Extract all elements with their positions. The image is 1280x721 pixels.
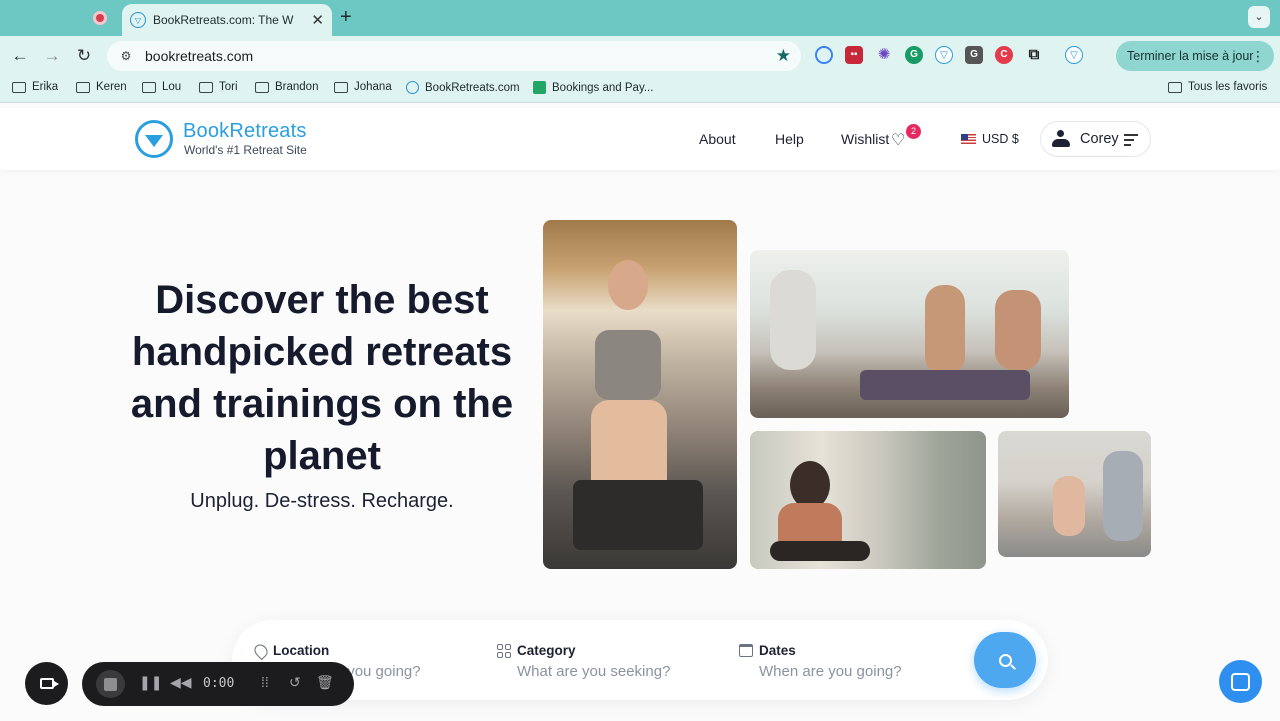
more-menu-icon[interactable]: ⋮ <box>1251 48 1265 65</box>
dates-input[interactable]: When are you going? <box>759 663 902 680</box>
address-bar[interactable]: ⚙ bookretreats.com ★ <box>107 41 801 71</box>
folder-icon <box>199 81 213 93</box>
extension-bookretreats-icon[interactable]: ▽ <box>935 46 953 64</box>
calendar-icon <box>739 644 753 657</box>
site-header: BookRetreats World's #1 Retreat Site Abo… <box>0 108 1280 170</box>
close-tab-icon[interactable]: ✕ <box>311 11 324 29</box>
recorder-controls: ❚❚ ◀◀ 0:00 ⁞⁞ ↺ 🗑 <box>82 662 354 706</box>
update-button-label: Terminer la mise à jour <box>1127 49 1254 63</box>
browser-tab-bar: ▽ BookRetreats.com: The W ✕ + ⌄ <box>0 0 1280 36</box>
back-arrow-icon[interactable]: ← <box>8 44 32 68</box>
location-field-label: Location <box>251 641 329 660</box>
pause-icon[interactable]: ❚❚ <box>139 674 162 691</box>
search-icon <box>998 653 1012 667</box>
bookmark-brandon[interactable]: Brandon <box>255 81 318 93</box>
active-tab[interactable]: ▽ BookRetreats.com: The W ✕ <box>122 4 332 36</box>
dates-field-label: Dates <box>739 643 796 658</box>
search-bar: Location Where are you going? Category W… <box>232 620 1048 700</box>
restart-icon[interactable]: ↺ <box>289 674 301 691</box>
reload-icon[interactable]: ↻ <box>72 44 96 68</box>
folder-icon <box>1168 81 1182 93</box>
extension-gear-purple-icon[interactable]: ✺ <box>875 46 893 64</box>
extension-g-icon[interactable]: G <box>965 46 983 64</box>
bookretreats-logo-icon[interactable] <box>135 120 173 158</box>
category-input[interactable]: What are you seeking? <box>517 663 670 680</box>
bookmark-bookings[interactable]: Bookings and Pay... <box>533 81 653 94</box>
recording-timer: 0:00 <box>203 676 235 691</box>
folder-icon <box>76 81 90 93</box>
folder-icon <box>255 81 269 93</box>
bookmark-keren[interactable]: Keren <box>76 81 127 93</box>
extension-c-red-icon[interactable]: C <box>995 46 1013 64</box>
browser-toolbar: ← → ↻ ⚙ bookretreats.com ★ ▪▪ ✺ G ▽ G C … <box>0 36 1280 76</box>
bookretreats-logo-icon <box>406 81 419 94</box>
recording-tab-icon[interactable] <box>93 11 107 25</box>
tab-title: BookRetreats.com: The W <box>153 13 294 27</box>
bookmark-all-favorites[interactable]: Tous les favoris <box>1168 81 1267 93</box>
bookmark-bookretreats[interactable]: BookRetreats.com <box>406 81 520 94</box>
bookmark-lou[interactable]: Lou <box>142 81 181 93</box>
search-button[interactable] <box>974 632 1036 688</box>
meditation-photo <box>750 431 986 569</box>
nav-about[interactable]: About <box>699 131 736 147</box>
wishlist-count-badge: 2 <box>906 124 921 139</box>
chat-support-button[interactable] <box>1219 660 1262 703</box>
hero-title: Discover the best handpicked retreats an… <box>130 278 514 478</box>
brand-tagline: World's #1 Retreat Site <box>184 143 307 157</box>
camera-toggle-button[interactable] <box>25 662 68 705</box>
bookretreats-favicon-icon: ▽ <box>130 12 146 28</box>
currency-label: USD $ <box>982 132 1019 146</box>
trash-icon[interactable]: 🗑 <box>316 674 334 691</box>
nav-wishlist[interactable]: Wishlist <box>841 131 889 147</box>
category-grid-icon <box>497 643 511 658</box>
hamburger-menu-icon <box>1124 134 1138 149</box>
group-yoga-photo <box>998 431 1151 557</box>
hero-subtitle: Unplug. De-stress. Recharge. <box>190 490 454 512</box>
tab-search-chevron-icon[interactable]: ⌄ <box>1248 6 1270 28</box>
extension-grammarly-icon[interactable]: G <box>905 46 923 64</box>
dots-grid-icon[interactable]: ⁞⁞ <box>261 674 269 690</box>
us-flag-icon <box>961 134 976 144</box>
brand-name[interactable]: BookRetreats <box>183 120 307 143</box>
profile-icon[interactable]: ▽ <box>1065 46 1083 64</box>
extensions-puzzle-icon[interactable]: ⧉ <box>1025 46 1043 64</box>
extensions-row: ▪▪ ✺ G ▽ G C ⧉ ▽ <box>815 46 1083 64</box>
extension-c-icon[interactable] <box>815 46 833 64</box>
yoga-woman-photo <box>543 220 737 569</box>
currency-selector[interactable]: USD $ <box>961 132 1019 146</box>
bookmark-johana[interactable]: Johana <box>334 81 392 93</box>
folder-icon <box>12 81 26 93</box>
bookmarks-bar: Erika Keren Lou Tori Brandon Johana Book… <box>0 76 1280 103</box>
bookmark-erika[interactable]: Erika <box>12 81 58 93</box>
video-camera-icon <box>39 678 59 689</box>
stop-recording-button[interactable] <box>96 670 125 698</box>
folder-icon <box>334 81 348 93</box>
site-info-icon[interactable]: ⚙ <box>117 47 135 65</box>
update-browser-button[interactable]: Terminer la mise à jour ⋮ <box>1116 41 1274 71</box>
forward-arrow-icon[interactable]: → <box>40 44 64 68</box>
extension-red-icon[interactable]: ▪▪ <box>845 46 863 64</box>
nav-help[interactable]: Help <box>775 131 804 147</box>
url-text[interactable]: bookretreats.com <box>145 48 776 64</box>
user-menu-button[interactable]: Corey <box>1040 121 1151 157</box>
folder-icon <box>142 81 156 93</box>
bookmark-tori[interactable]: Tori <box>199 81 238 93</box>
bookmark-star-icon[interactable]: ★ <box>776 46 791 66</box>
location-pin-icon <box>251 641 271 660</box>
user-name: Corey <box>1080 131 1119 147</box>
rewind-icon[interactable]: ◀◀ <box>170 674 192 691</box>
yoga-class-photo <box>750 250 1069 418</box>
category-field-label: Category <box>497 643 576 658</box>
spreadsheet-icon <box>533 81 546 94</box>
heart-icon[interactable]: ♡ <box>891 130 905 150</box>
new-tab-icon[interactable]: + <box>340 6 352 29</box>
meditation-avatar-icon <box>1051 129 1071 149</box>
